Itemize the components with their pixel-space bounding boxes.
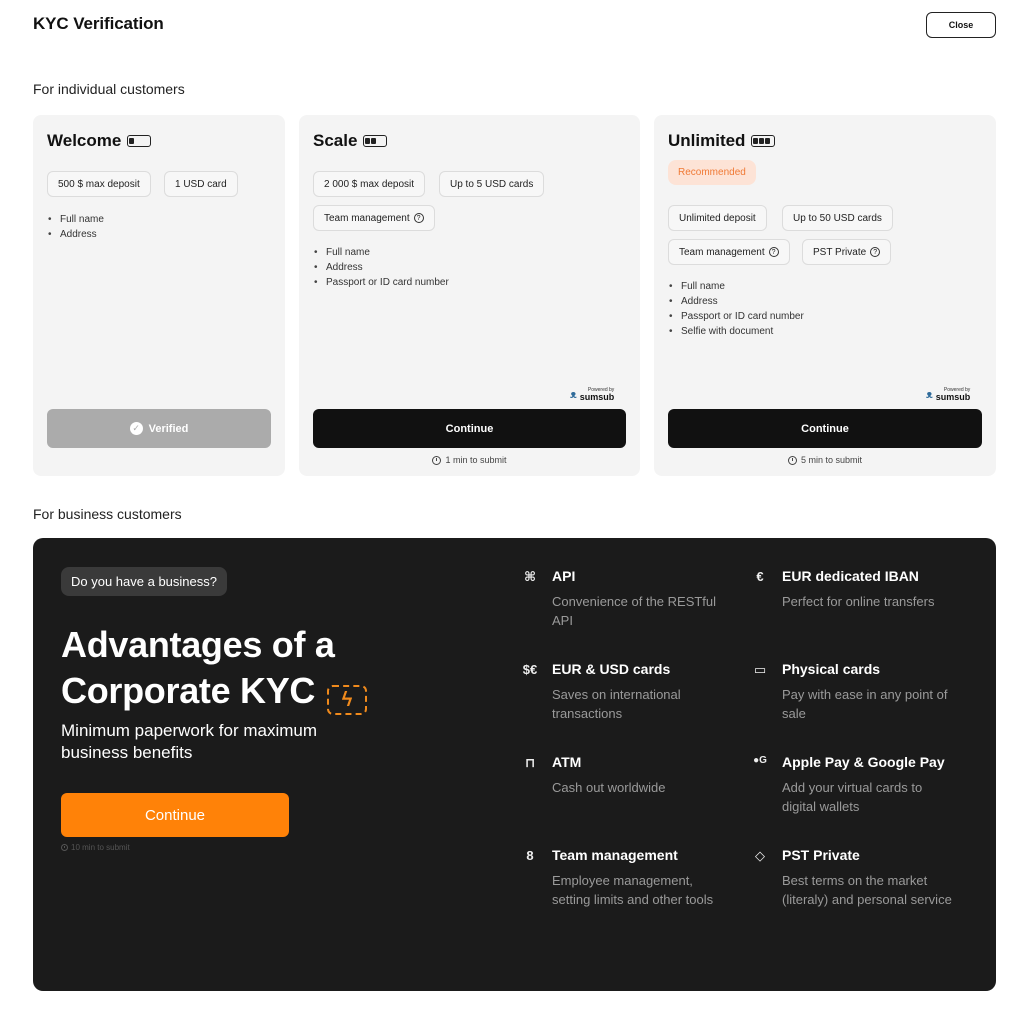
- tier-title: Scale: [313, 131, 388, 151]
- feature-title: PST Private: [782, 847, 860, 863]
- list-item: Full name: [668, 279, 804, 294]
- submit-time-text: 10 min to submit: [71, 843, 130, 852]
- business-panel: Do you have a business? Advantages of a …: [33, 538, 996, 991]
- list-item: Passport or ID card number: [668, 309, 804, 324]
- lightning-bolt-icon: ϟ: [326, 685, 367, 715]
- tier-card-unlimited: Unlimited Recommended Unlimited deposit …: [654, 115, 996, 476]
- list-item: Selfie with document: [668, 324, 804, 339]
- submit-time-text: 5 min to submit: [800, 455, 863, 465]
- help-icon[interactable]: ?: [768, 247, 779, 257]
- feature-desc: Saves on international transactions: [552, 687, 681, 721]
- feature-desc: Employee management, setting limits and …: [552, 873, 714, 907]
- requirements-list: Full name Address: [47, 212, 104, 242]
- business-headline: Advantages of a Corporate KYC ϟ: [61, 622, 481, 715]
- currency-icon: $€: [522, 662, 538, 677]
- feature-desc: Add your virtual cards to digital wallet…: [782, 780, 923, 814]
- tier-name-text: Unlimited: [668, 131, 746, 150]
- feature-title: API: [552, 568, 576, 584]
- battery-full-icon: [751, 135, 776, 147]
- chip-label: Team management: [679, 246, 765, 258]
- api-icon: ⌘: [523, 569, 537, 584]
- continue-button[interactable]: Continue: [668, 409, 982, 448]
- help-icon[interactable]: ?: [870, 247, 881, 257]
- feature-title: Apple Pay & Google Pay: [782, 754, 945, 770]
- business-question-pill: Do you have a business?: [61, 567, 227, 596]
- chip-label: Team management: [324, 212, 410, 224]
- submit-time-note: 1 min to submit: [299, 455, 640, 465]
- wallet-pay-icon: ●G: [753, 755, 767, 766]
- physical-card-icon: ▭: [753, 662, 767, 677]
- powered-by-sumsub: ᴥ Powered by sumsub: [926, 388, 970, 402]
- tier-name-text: Scale: [313, 131, 358, 150]
- battery-low-icon: [127, 135, 152, 147]
- feature-desc: Best terms on the market (literaly) and …: [782, 873, 952, 907]
- iban-icon: €: [756, 569, 764, 584]
- feature-title: EUR & USD cards: [552, 661, 671, 677]
- feature-desc: Pay with ease in any point of sale: [782, 687, 948, 721]
- atm-icon: ⊓: [524, 755, 536, 770]
- list-item: Passport or ID card number: [313, 275, 449, 290]
- business-section-label: For business customers: [33, 506, 182, 522]
- sumsub-logo-icon: ᴥ: [570, 389, 577, 401]
- cards-chip: Up to 5 USD cards: [439, 171, 545, 197]
- feature-title: ATM: [552, 754, 582, 770]
- headline-text: Advantages of a Corporate KYC: [61, 624, 335, 711]
- tier-card-scale: Scale 2 000 $ max deposit Up to 5 USD ca…: [299, 115, 640, 476]
- sumsub-logo-icon: ᴥ: [926, 389, 933, 401]
- requirements-list: Full name Address Passport or ID card nu…: [668, 279, 804, 339]
- list-item: Full name: [313, 245, 449, 260]
- tier-title: Unlimited: [668, 131, 776, 151]
- battery-mid-icon: [363, 135, 388, 147]
- close-button[interactable]: Close: [926, 12, 996, 38]
- list-item: Address: [313, 260, 449, 275]
- feature-title: EUR dedicated IBAN: [782, 568, 919, 584]
- list-item: Address: [47, 227, 104, 242]
- feature-title: Team management: [552, 847, 678, 863]
- submit-time-note: 5 min to submit: [654, 455, 996, 465]
- submit-time-note: 10 min to submit: [61, 843, 130, 852]
- business-continue-button[interactable]: Continue: [61, 793, 289, 837]
- powered-by-sumsub: ᴥ Powered by sumsub: [570, 388, 614, 402]
- help-icon[interactable]: ?: [413, 213, 424, 223]
- continue-button[interactable]: Continue: [313, 409, 626, 448]
- tier-card-welcome: Welcome 500 $ max deposit 1 USD card Ful…: [33, 115, 285, 476]
- deposit-chip: 500 $ max deposit: [47, 171, 151, 197]
- clock-icon: [432, 455, 442, 465]
- cards-chip: 1 USD card: [164, 171, 238, 197]
- team-management-chip: Team management ?: [313, 205, 435, 231]
- team-icon: 8: [526, 848, 534, 863]
- chip-label: PST Private: [813, 246, 867, 258]
- check-icon: ✓: [129, 422, 143, 435]
- tier-name-text: Welcome: [47, 131, 122, 150]
- powered-brand: sumsub: [935, 392, 971, 402]
- powered-brand: sumsub: [579, 392, 615, 402]
- deposit-chip: Unlimited deposit: [668, 205, 767, 231]
- feature-title: Physical cards: [782, 661, 881, 677]
- submit-time-text: 1 min to submit: [445, 455, 507, 465]
- team-management-chip: Team management ?: [668, 239, 790, 265]
- clock-icon: [787, 455, 797, 465]
- list-item: Address: [668, 294, 804, 309]
- requirements-list: Full name Address Passport or ID card nu…: [313, 245, 449, 290]
- verified-label: Verified: [148, 422, 189, 435]
- deposit-chip: 2 000 $ max deposit: [313, 171, 426, 197]
- tier-title: Welcome: [47, 131, 152, 151]
- recommended-badge: Recommended: [668, 160, 756, 185]
- feature-desc: Convenience of the RESTful API: [552, 594, 717, 628]
- diamond-icon: ◇: [755, 848, 765, 863]
- individual-section-label: For individual customers: [33, 81, 185, 97]
- feature-desc: Cash out worldwide: [552, 780, 666, 795]
- business-subheadline: Minimum paperwork for maximum business b…: [61, 721, 317, 762]
- pst-private-chip: PST Private ?: [802, 239, 892, 265]
- feature-desc: Perfect for online transfers: [782, 594, 935, 609]
- cards-chip: Up to 50 USD cards: [782, 205, 893, 231]
- verified-button[interactable]: ✓ Verified: [47, 409, 271, 448]
- page-title: KYC Verification: [33, 14, 164, 33]
- list-item: Full name: [47, 212, 104, 227]
- clock-icon: [61, 844, 68, 851]
